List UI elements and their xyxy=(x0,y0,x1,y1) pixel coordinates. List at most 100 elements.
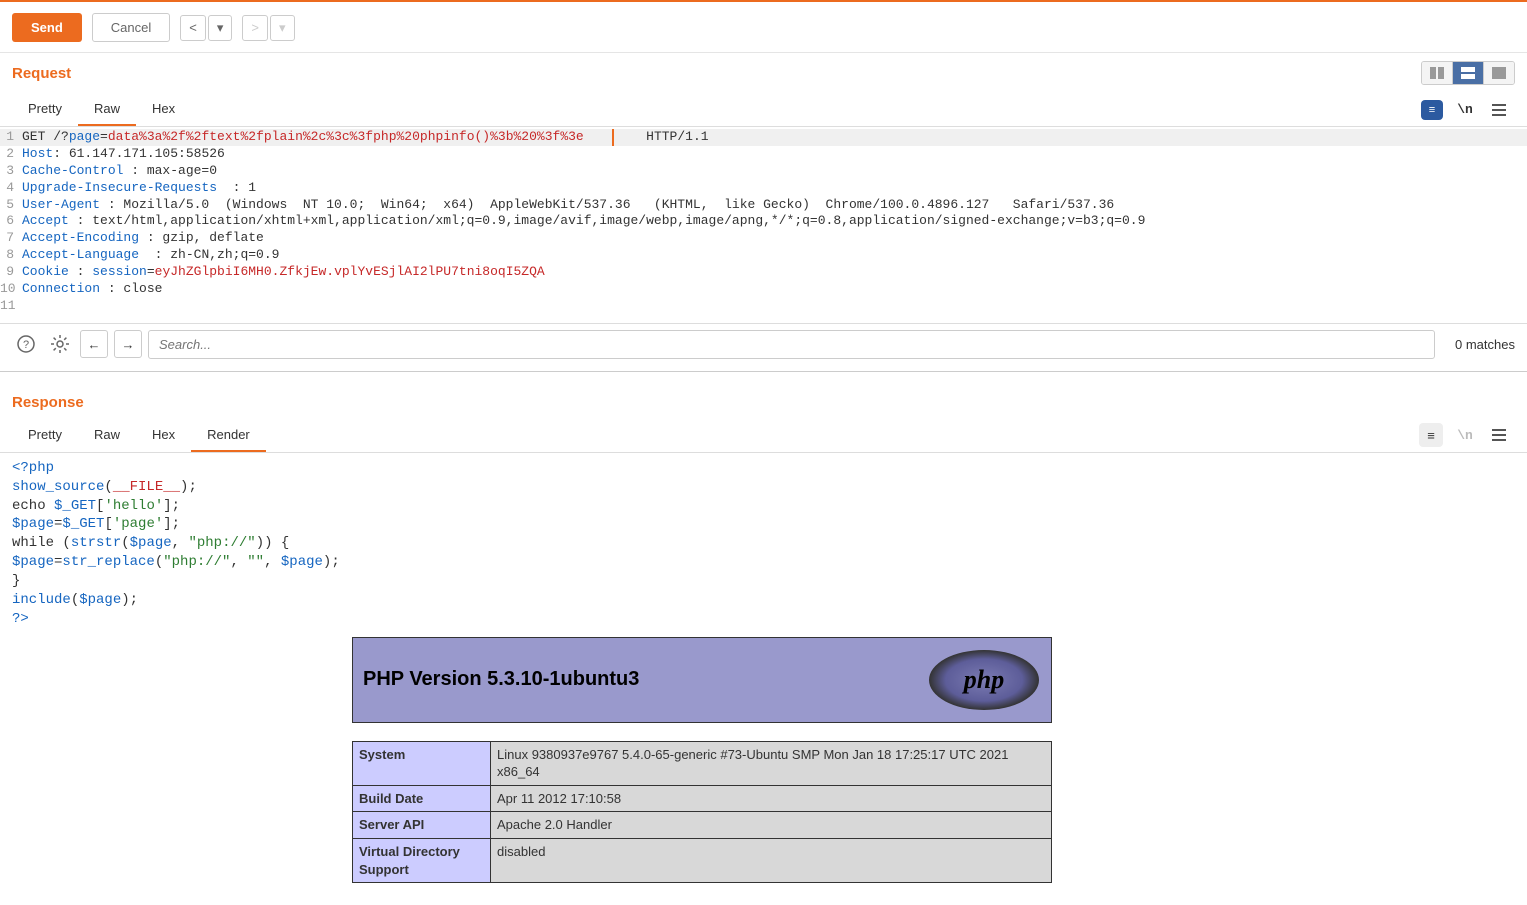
tab-hex[interactable]: Hex xyxy=(136,93,191,126)
source-line: include($page); xyxy=(12,591,1527,610)
table-value: Apache 2.0 Handler xyxy=(491,812,1052,839)
php-source-code: <?phpshow_source(__FILE__);echo $_GET['h… xyxy=(12,459,1527,629)
response-newline-toggle[interactable]: \n xyxy=(1453,423,1477,447)
request-editor[interactable]: 1GET /?page=data%3a%2f%2ftext%2fplain%2c… xyxy=(0,127,1527,323)
actions-icon[interactable]: ≡ xyxy=(1421,100,1443,120)
tab-resp-hex[interactable]: Hex xyxy=(136,419,191,452)
request-tabs: Pretty Raw Hex ≡ \n xyxy=(0,93,1527,127)
view-single-button[interactable] xyxy=(1484,62,1514,84)
prev-dropdown[interactable]: ▾ xyxy=(208,15,233,41)
line-content: Accept : text/html,application/xhtml+xml… xyxy=(22,213,1145,230)
source-line: show_source(__FILE__); xyxy=(12,478,1527,497)
arrow-right-icon: → xyxy=(122,337,135,352)
tab-resp-pretty[interactable]: Pretty xyxy=(12,419,78,452)
line-content: User-Agent : Mozilla/5.0 (Windows NT 10.… xyxy=(22,197,1114,214)
source-line: echo $_GET['hello']; xyxy=(12,497,1527,516)
code-line[interactable]: 9Cookie : session=eyJhZGlpbiI6MH0.ZfkjEw… xyxy=(0,264,1527,281)
view-rows-button[interactable] xyxy=(1453,62,1484,84)
line-content: Accept-Language : zh-CN,zh;q=0.9 xyxy=(22,247,279,264)
table-label: Build Date xyxy=(353,785,491,812)
source-line: $page=$_GET['page']; xyxy=(12,515,1527,534)
source-line: while (strstr($page, "php://")) { xyxy=(12,534,1527,553)
line-content: GET /?page=data%3a%2f%2ftext%2fplain%2c%… xyxy=(22,129,709,146)
hamburger-icon xyxy=(1492,429,1506,441)
caret-down-icon: ▾ xyxy=(217,20,224,36)
line-number: 4 xyxy=(0,180,22,197)
response-header: Response xyxy=(0,386,1527,419)
line-number: 2 xyxy=(0,146,22,163)
next-button[interactable]: > xyxy=(242,15,268,41)
response-tabs: Pretty Raw Hex Render ≡ \n xyxy=(0,419,1527,453)
code-line[interactable]: 8Accept-Language : zh-CN,zh;q=0.9 xyxy=(0,247,1527,264)
chevron-right-icon: > xyxy=(251,20,259,35)
code-line[interactable]: 10Connection : close xyxy=(0,281,1527,298)
columns-icon xyxy=(1430,67,1444,79)
tab-resp-render[interactable]: Render xyxy=(191,419,266,452)
tab-raw[interactable]: Raw xyxy=(78,93,136,126)
search-bar: ? ← → 0 matches xyxy=(0,323,1527,365)
php-logo-icon: php xyxy=(929,650,1039,710)
send-button[interactable]: Send xyxy=(12,13,82,42)
view-columns-button[interactable] xyxy=(1422,62,1453,84)
code-line[interactable]: 1GET /?page=data%3a%2f%2ftext%2fplain%2c… xyxy=(0,129,1527,146)
main-toolbar: Send Cancel < ▾ > ▾ Targe xyxy=(0,3,1527,53)
cancel-button[interactable]: Cancel xyxy=(92,13,170,42)
code-line[interactable]: 2Host: 61.147.171.105:58526 xyxy=(0,146,1527,163)
table-value: disabled xyxy=(491,839,1052,883)
code-line[interactable]: 3Cache-Control : max-age=0 xyxy=(0,163,1527,180)
line-number: 5 xyxy=(0,197,22,214)
table-label: Virtual Directory Support xyxy=(353,839,491,883)
response-menu[interactable] xyxy=(1487,423,1511,447)
table-row: Build DateApr 11 2012 17:10:58 xyxy=(353,785,1052,812)
line-number: 1 xyxy=(0,129,22,146)
request-title: Request xyxy=(12,65,71,82)
newline-toggle[interactable]: \n xyxy=(1453,98,1477,122)
code-line[interactable]: 11 xyxy=(0,298,1527,315)
table-row: Server APIApache 2.0 Handler xyxy=(353,812,1052,839)
search-prev-button[interactable]: ← xyxy=(80,330,108,358)
table-row: Virtual Directory Supportdisabled xyxy=(353,839,1052,883)
line-number: 6 xyxy=(0,213,22,230)
table-label: Server API xyxy=(353,812,491,839)
search-next-button[interactable]: → xyxy=(114,330,142,358)
line-number: 8 xyxy=(0,247,22,264)
table-label: System xyxy=(353,741,491,785)
single-icon xyxy=(1492,67,1506,79)
line-number: 9 xyxy=(0,264,22,281)
code-line[interactable]: 6Accept : text/html,application/xhtml+xm… xyxy=(0,213,1527,230)
settings-button[interactable] xyxy=(46,330,74,358)
help-button[interactable]: ? xyxy=(12,330,40,358)
request-header: Request xyxy=(0,53,1527,93)
response-render: <?phpshow_source(__FILE__);echo $_GET['h… xyxy=(0,453,1527,883)
code-line[interactable]: 5User-Agent : Mozilla/5.0 (Windows NT 10… xyxy=(0,197,1527,214)
chevron-left-icon: < xyxy=(189,20,197,35)
table-value: Apr 11 2012 17:10:58 xyxy=(491,785,1052,812)
matches-count: 0 matches xyxy=(1441,337,1515,352)
line-number: 3 xyxy=(0,163,22,180)
php-version-title: PHP Version 5.3.10-1ubuntu3 xyxy=(363,666,639,693)
tab-resp-raw[interactable]: Raw xyxy=(78,419,136,452)
source-line: ?> xyxy=(12,610,1527,629)
line-content: Host: 61.147.171.105:58526 xyxy=(22,146,225,163)
line-number: 7 xyxy=(0,230,22,247)
search-input[interactable] xyxy=(148,330,1435,359)
rows-icon xyxy=(1461,67,1475,79)
request-view-controls xyxy=(1421,61,1515,85)
response-actions-icon[interactable]: ≡ xyxy=(1419,423,1443,447)
code-line[interactable]: 4Upgrade-Insecure-Requests : 1 xyxy=(0,180,1527,197)
source-line: } xyxy=(12,572,1527,591)
prev-button[interactable]: < xyxy=(180,15,206,41)
line-content: Accept-Encoding : gzip, deflate xyxy=(22,230,264,247)
line-content: Cookie : session=eyJhZGlpbiI6MH0.ZfkjEw.… xyxy=(22,264,545,281)
next-dropdown[interactable]: ▾ xyxy=(270,15,295,41)
line-number: 10 xyxy=(0,281,22,298)
tab-pretty[interactable]: Pretty xyxy=(12,93,78,126)
source-line: <?php xyxy=(12,459,1527,478)
line-content: Cache-Control : max-age=0 xyxy=(22,163,217,180)
gear-icon xyxy=(50,334,70,354)
phpinfo-table: SystemLinux 9380937e9767 5.4.0-65-generi… xyxy=(352,741,1052,883)
request-menu[interactable] xyxy=(1487,98,1511,122)
response-title: Response xyxy=(12,394,84,411)
phpinfo-banner: PHP Version 5.3.10-1ubuntu3 php xyxy=(352,637,1052,723)
code-line[interactable]: 7Accept-Encoding : gzip, deflate xyxy=(0,230,1527,247)
